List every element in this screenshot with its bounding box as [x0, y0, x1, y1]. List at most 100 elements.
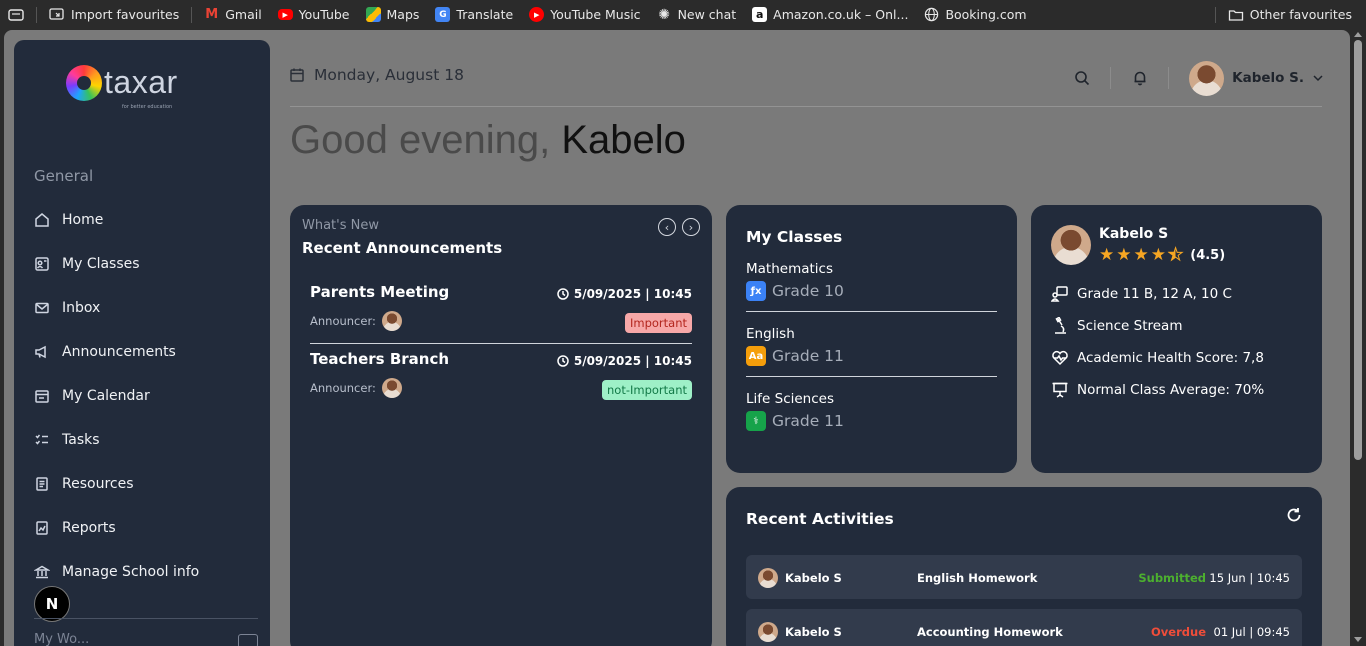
header-actions: Kabelo S.: [1053, 60, 1324, 96]
star-icon: ★: [1099, 245, 1115, 265]
bookmark-import-favourites[interactable]: Import favourites: [41, 0, 187, 29]
bookmarks-bar: Import favourites M Gmail ▶ YouTube Maps…: [0, 0, 1366, 29]
class-grade-text: Grade 11: [772, 412, 844, 430]
calendar-icon: [35, 390, 49, 403]
scroll-up-icon[interactable]: [1354, 32, 1362, 37]
refresh-icon: [1287, 508, 1301, 522]
date-text: Monday, August 18: [314, 66, 464, 84]
profile-info-text: Academic Health Score: 7,8: [1077, 350, 1264, 366]
translate-icon: G: [435, 7, 451, 22]
bookmarks-separator: [191, 6, 193, 23]
class-item-life-sciences[interactable]: Life Sciences ⚕ Grade 11: [746, 391, 997, 453]
sidebar-section-toggle[interactable]: [238, 634, 258, 646]
greeting-prefix: Good evening,: [290, 118, 551, 162]
announcement-datetime: 5/09/2025 | 10:45: [557, 354, 692, 368]
next-button[interactable]: ›: [682, 218, 700, 236]
sidebar-item-label: My Calendar: [62, 388, 150, 404]
sidebar-item-my-classes[interactable]: My Classes: [34, 242, 254, 286]
user-menu-button[interactable]: Kabelo S.: [1169, 60, 1324, 96]
sidebar-item-label: Home: [62, 212, 104, 228]
class-subject: Mathematics: [746, 261, 833, 277]
activity-row[interactable]: Kabelo S Accounting Homework Overdue 01 …: [746, 609, 1302, 646]
class-divider: [746, 311, 997, 312]
page-viewport: taxar for better education General Home …: [4, 30, 1350, 646]
bookmark-new-chat[interactable]: ✺ New chat: [649, 0, 745, 29]
class-grade: ⚕ Grade 11: [746, 411, 997, 431]
logo-mark: [66, 64, 102, 101]
sidebar-item-home[interactable]: Home: [34, 198, 254, 242]
tab-actions-icon: [8, 8, 24, 21]
chevron-right-icon: ›: [688, 220, 694, 234]
scrollbar-thumb[interactable]: [1354, 40, 1362, 460]
class-grade: Aa Grade 11: [746, 346, 997, 366]
sidebar-item-tasks[interactable]: Tasks: [34, 418, 254, 462]
sidebar-item-resources[interactable]: Resources: [34, 462, 254, 506]
bookmark-booking[interactable]: Booking.com: [916, 0, 1034, 29]
announcer: Announcer:: [310, 311, 402, 331]
sidebar-item-label: Tasks: [62, 432, 100, 448]
bookmark-label: New chat: [677, 7, 737, 22]
avatar: [381, 311, 402, 331]
profile-info-stream: Science Stream: [1051, 317, 1182, 335]
announcements-kicker: What's New: [302, 218, 379, 233]
megaphone-icon: [35, 345, 46, 359]
profile-info-text: Normal Class Average: 70%: [1077, 382, 1265, 398]
announcement-item[interactable]: Parents Meeting 5/09/2025 | 10:45 Announ…: [310, 283, 692, 347]
class-grade-text: Grade 10: [772, 282, 844, 300]
bookmark-maps[interactable]: Maps: [358, 0, 428, 29]
bookmark-amazon[interactable]: a Amazon.co.uk – Onl...: [744, 0, 916, 29]
bookmark-label: Amazon.co.uk – Onl...: [773, 7, 909, 22]
sidebar-toggle-button[interactable]: [0, 0, 32, 29]
activity-user: Kabelo S: [758, 568, 842, 588]
activity-user-name: Kabelo S: [785, 571, 842, 585]
sidebar-item-my-calendar[interactable]: My Calendar: [34, 374, 254, 418]
announcements-card: What's New Recent Announcements ‹ › Pare…: [290, 205, 712, 646]
search-button[interactable]: [1053, 67, 1112, 89]
sidebar-item-inbox[interactable]: Inbox: [34, 286, 254, 330]
sidebar-item-announcements[interactable]: Announcements: [34, 330, 254, 374]
previous-button[interactable]: ‹: [658, 218, 676, 236]
rating-stars: ★ ★ ★ ★ ★ (4.5): [1099, 245, 1225, 266]
star-icon: ★: [1133, 245, 1149, 265]
sidebar-item-manage-school-info[interactable]: Manage School info: [34, 550, 254, 594]
bookmark-youtube-music[interactable]: ▶ YouTube Music: [521, 0, 648, 29]
bookmark-translate[interactable]: G Translate: [427, 0, 521, 29]
bookmark-label: YouTube Music: [550, 7, 641, 22]
sidebar-item-reports[interactable]: Reports: [34, 506, 254, 550]
page-scrollbar[interactable]: [1350, 30, 1366, 646]
bookmark-youtube[interactable]: ▶ YouTube: [270, 0, 358, 29]
presentation-icon: [1052, 382, 1068, 398]
activity-row[interactable]: Kabelo S English Homework Submitted 15 J…: [746, 555, 1302, 599]
star-half-icon: ★: [1167, 245, 1184, 266]
activity-status: Overdue: [1151, 625, 1206, 639]
heart-pulse-icon: [1052, 350, 1068, 366]
nav-divider: [34, 618, 258, 619]
notifications-button[interactable]: [1111, 67, 1170, 89]
school-icon: [34, 565, 50, 579]
bookmarks-separator: [1214, 6, 1216, 23]
class-item-english[interactable]: English Aa Grade 11: [746, 326, 997, 388]
bookmark-label: Gmail: [225, 7, 262, 22]
priority-badge: not-Important: [602, 380, 692, 400]
user-name: Kabelo S.: [1232, 70, 1304, 86]
announcement-item[interactable]: Teachers Branch 5/09/2025 | 10:45 Announ…: [310, 350, 692, 414]
announcer-label: Announcer:: [310, 381, 376, 395]
globe-icon: [925, 7, 939, 22]
announcement-divider: [310, 343, 692, 344]
profile-name: Kabelo S: [1099, 226, 1169, 242]
bookmark-label: Booking.com: [945, 7, 1027, 22]
profile-info-class-average: Normal Class Average: 70%: [1051, 381, 1264, 399]
class-grade-text: Grade 11: [772, 347, 844, 365]
nextjs-dev-badge[interactable]: N: [34, 586, 70, 622]
profile-info-health-score: Academic Health Score: 7,8: [1051, 349, 1264, 367]
function-icon: ƒx: [746, 281, 766, 301]
announcements-title: Recent Announcements: [302, 239, 503, 257]
class-item-mathematics[interactable]: Mathematics ƒx Grade 10: [746, 261, 997, 323]
bookmark-gmail[interactable]: M Gmail: [196, 0, 269, 29]
bookmark-other-favourites[interactable]: Other favourites: [1220, 0, 1366, 29]
scroll-down-icon[interactable]: [1354, 637, 1362, 642]
profile-info-text: Grade 11 B, 12 A, 10 C: [1077, 286, 1232, 302]
sidebar-item-label: Resources: [62, 476, 134, 492]
refresh-button[interactable]: [1286, 507, 1302, 527]
star-icon: ★: [1116, 245, 1132, 265]
